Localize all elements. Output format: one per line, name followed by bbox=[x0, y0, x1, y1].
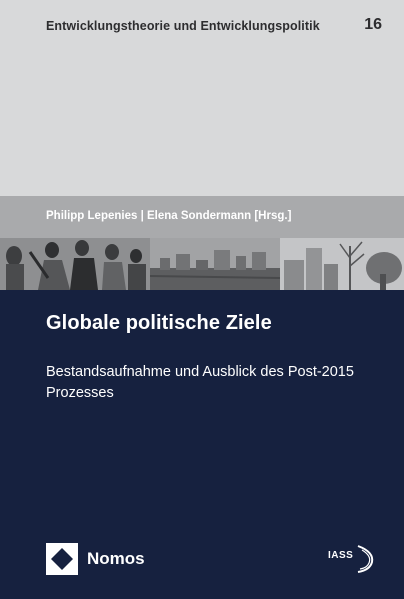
publisher-name: Nomos bbox=[87, 549, 145, 568]
nomos-diamond-logo-icon bbox=[46, 543, 78, 575]
iass-swoosh-logo-icon bbox=[357, 545, 374, 573]
photo-collage-image bbox=[0, 238, 404, 290]
publisher-logo-block: Nomos bbox=[46, 543, 145, 575]
cover-photo-strip bbox=[0, 238, 404, 290]
book-title: Globale politische Ziele bbox=[46, 312, 272, 334]
authors: Philipp Lepenies | Elena Sondermann [Hrs… bbox=[46, 210, 292, 222]
volume-number: 16 bbox=[364, 16, 382, 33]
book-cover: Entwicklungstheorie und Entwicklungspoli… bbox=[0, 0, 404, 599]
partner-logo-block: IASS bbox=[328, 540, 380, 580]
series-title: Entwicklungstheorie und Entwicklungspoli… bbox=[46, 19, 320, 33]
partner-name: IASS bbox=[328, 550, 354, 561]
book-subtitle: Bestandsaufnahme und Ausblick des Post-2… bbox=[46, 364, 354, 401]
